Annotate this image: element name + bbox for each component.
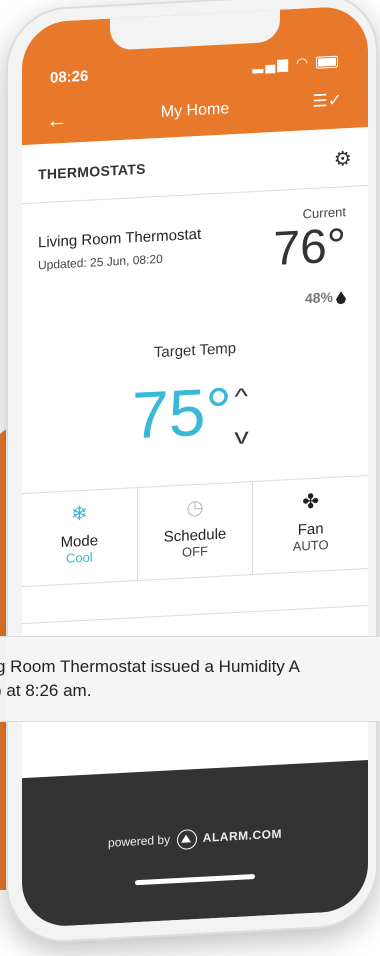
thermostat-controls: ❄ Mode Cool ◷ Schedule OFF ✤ Fan AUTO	[22, 475, 368, 588]
fan-control[interactable]: ✤ Fan AUTO	[253, 476, 368, 574]
notification-banner[interactable]: g Room Thermostat issued a Humidity A ) …	[0, 636, 380, 722]
thermostat-name: Living Room Thermostat	[38, 225, 202, 252]
thermostats-section-header: THERMOSTATS ⚙	[38, 138, 352, 194]
gear-icon[interactable]: ⚙	[334, 145, 352, 171]
snowflake-icon: ❄	[70, 502, 88, 526]
target-temperature: 75°	[132, 373, 232, 453]
checklist-icon[interactable]: ☰✓	[313, 90, 342, 112]
current-temperature: 76°	[273, 219, 346, 276]
updated-timestamp: Updated: 25 Jun, 08:20	[38, 251, 163, 273]
powered-by: powered by ALARM.COM	[22, 820, 368, 858]
increase-temp-chevron-up-icon[interactable]: ^	[234, 383, 247, 410]
section-title: THERMOSTATS	[38, 160, 146, 183]
humidity-readout: 48%	[305, 288, 346, 306]
powered-by-text: powered by	[108, 832, 171, 850]
alarm-logo-icon	[177, 828, 198, 851]
schedule-control[interactable]: ◷ Schedule OFF	[137, 482, 254, 581]
phone-notch	[110, 9, 280, 51]
notification-line-1: g Room Thermostat issued a Humidity A	[0, 657, 300, 676]
signal-icon: ▂▄▆	[252, 55, 290, 74]
phone-frame: 08:26 ▂▄▆ ◠ ← My Home ☰✓ THERMOSTATS ⚙ L…	[6, 0, 378, 945]
decrease-temp-chevron-down-icon[interactable]: v	[234, 423, 248, 450]
battery-icon	[316, 55, 338, 70]
home-indicator[interactable]	[135, 873, 255, 886]
fan-icon: ✤	[302, 490, 320, 514]
humidity-value: 48%	[304, 288, 333, 307]
brand-name: ALARM.COM	[202, 826, 282, 845]
wifi-icon: ◠	[295, 54, 311, 71]
clock-icon: ◷	[186, 496, 204, 520]
status-icons: ▂▄▆ ◠	[253, 53, 338, 74]
divider	[22, 605, 368, 625]
app-header: 08:26 ▂▄▆ ◠ ← My Home ☰✓	[22, 5, 368, 146]
water-drop-icon	[336, 291, 346, 305]
target-temp-label: Target Temp	[153, 339, 237, 362]
app-footer: powered by ALARM.COM	[22, 760, 368, 929]
status-time: 08:26	[50, 67, 89, 87]
notification-line-2: ) at 8:26 am.	[0, 681, 92, 700]
mode-control[interactable]: ❄ Mode Cool	[22, 488, 138, 587]
app-screen: 08:26 ▂▄▆ ◠ ← My Home ☰✓ THERMOSTATS ⚙ L…	[22, 5, 368, 929]
